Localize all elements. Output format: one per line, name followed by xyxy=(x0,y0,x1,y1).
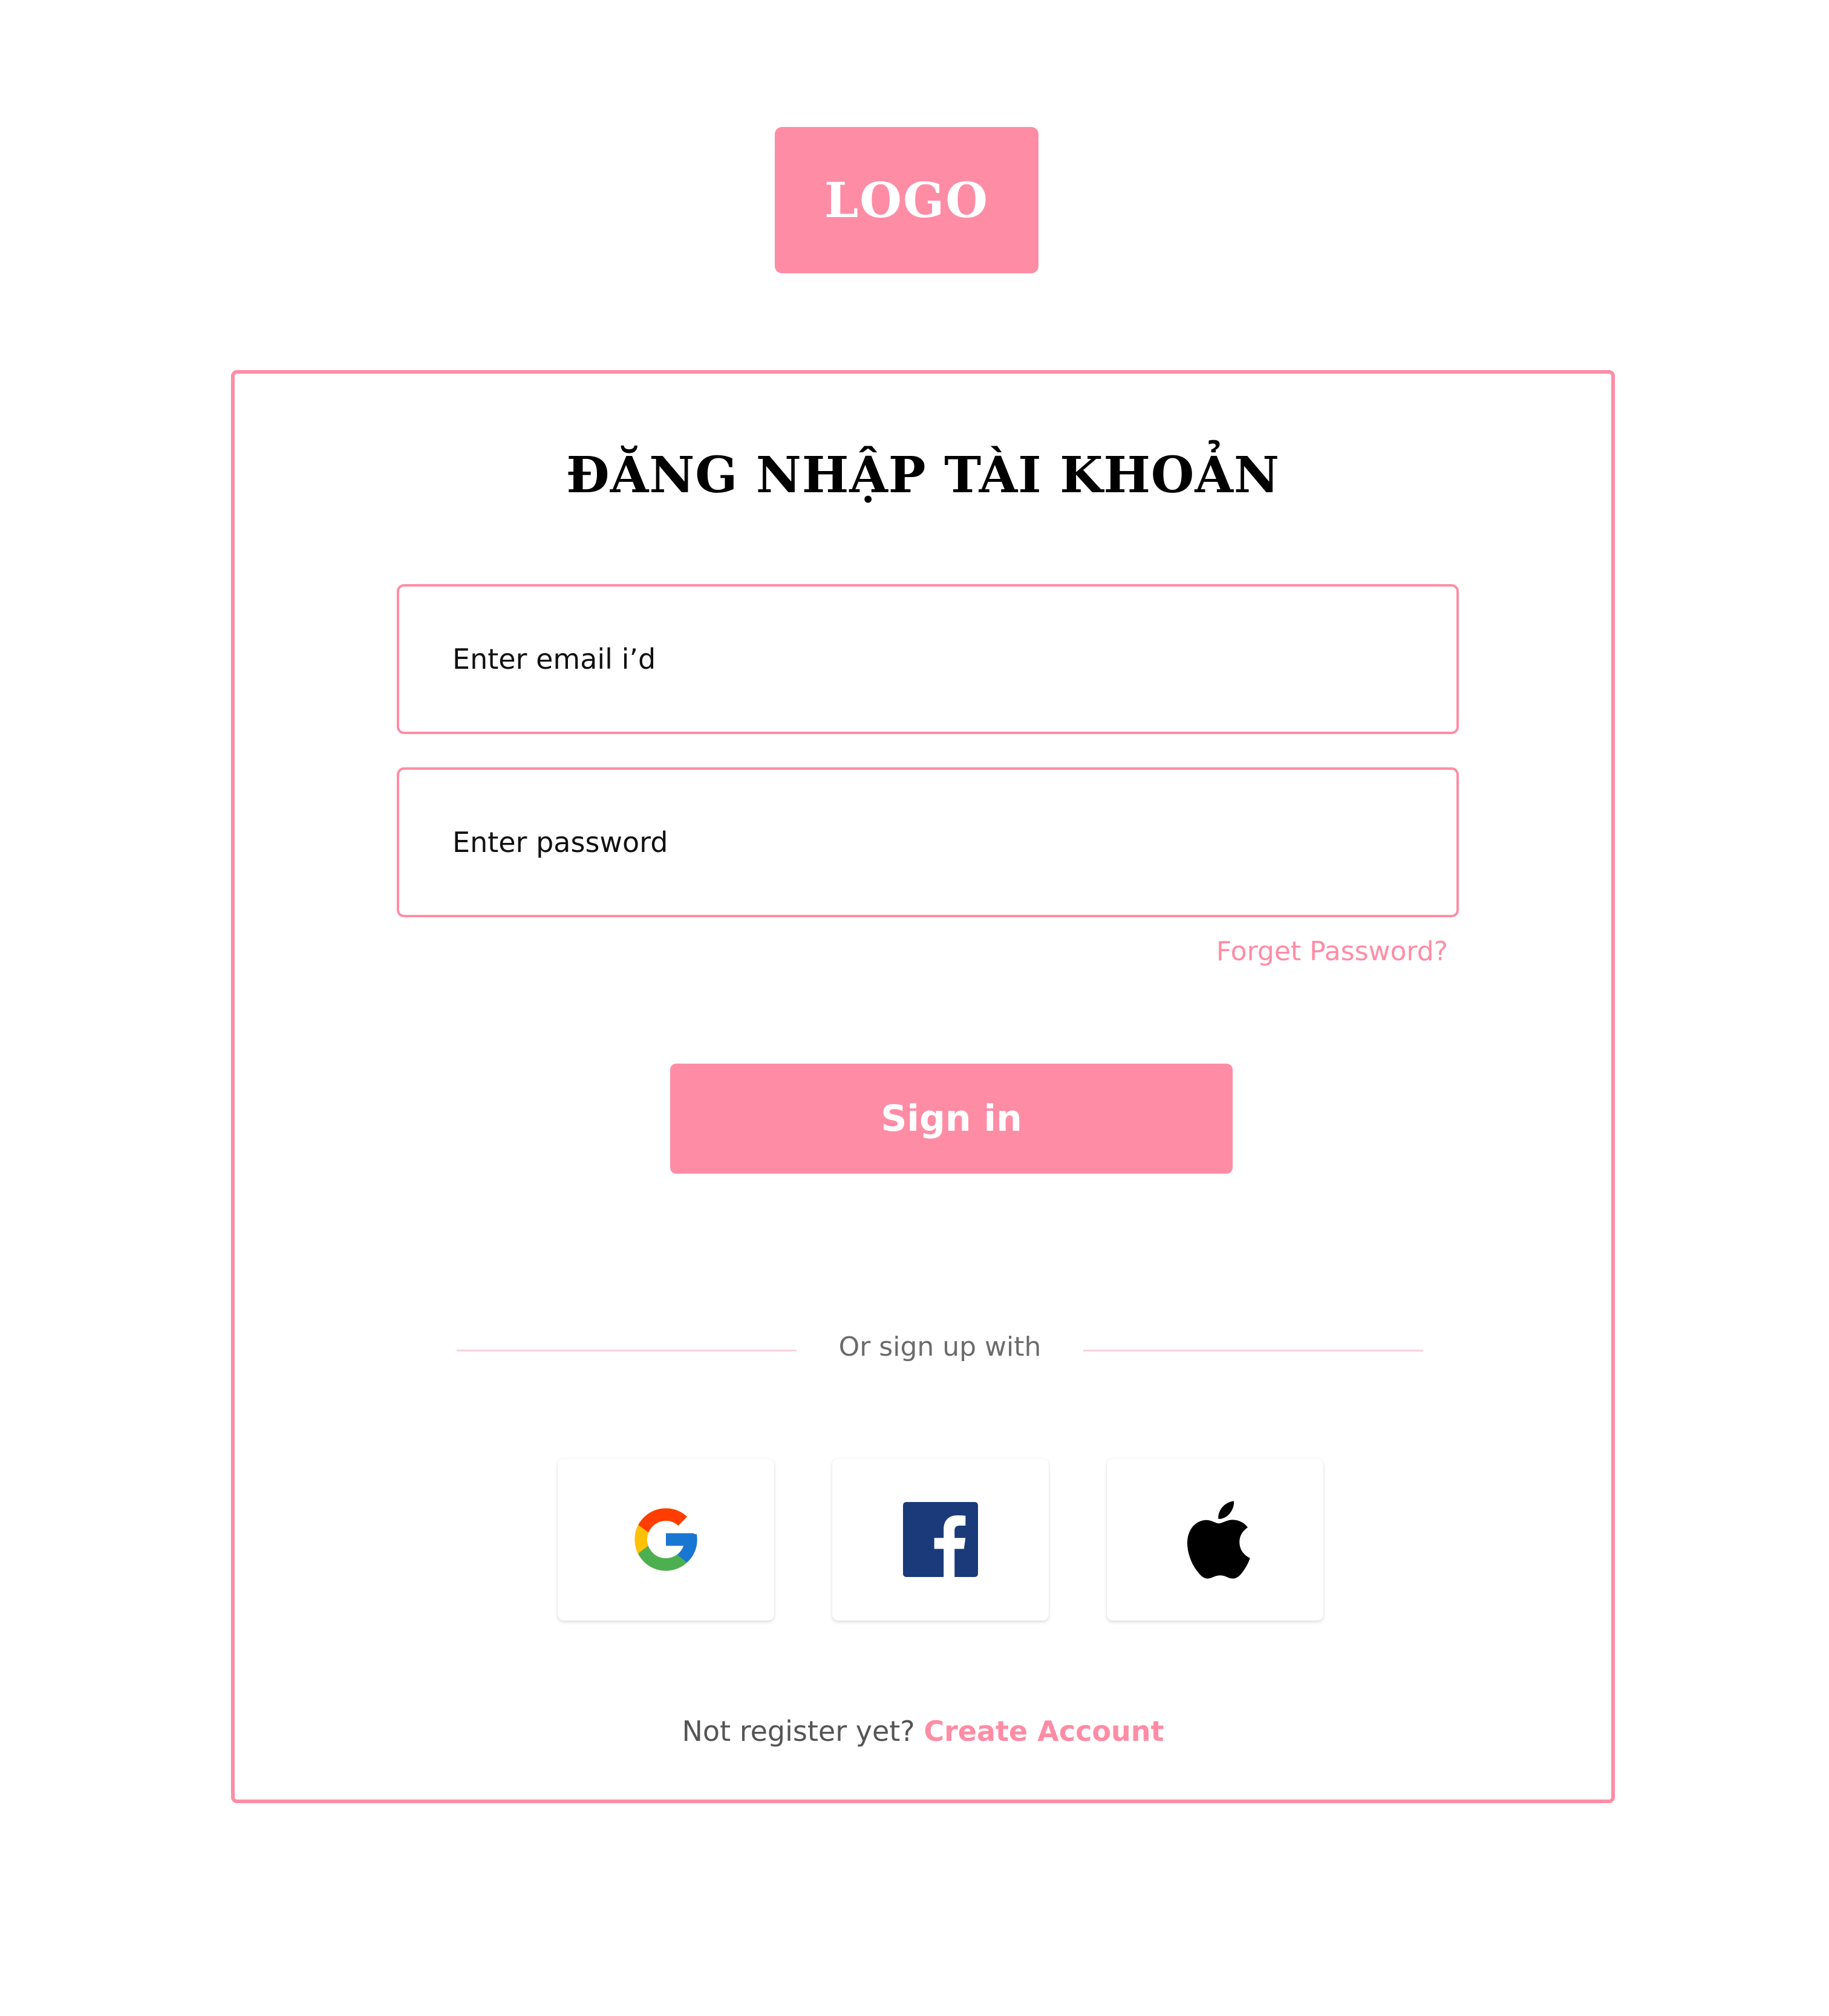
page-title: ĐĂNG NHẬP TÀI KHOẢN xyxy=(566,446,1280,504)
email-placeholder: Enter email i’d xyxy=(452,643,656,675)
divider-right xyxy=(1083,1350,1423,1351)
login-card: ĐĂNG NHẬP TÀI KHOẢN Enter email i’d Ente… xyxy=(231,370,1615,1803)
apple-icon xyxy=(1187,1501,1250,1579)
apple-signin-button[interactable] xyxy=(1107,1458,1323,1621)
sign-in-button[interactable]: Sign in xyxy=(670,1064,1233,1174)
facebook-signin-button[interactable] xyxy=(832,1458,1049,1621)
google-signin-button[interactable] xyxy=(558,1458,774,1621)
forget-password-link[interactable]: Forget Password? xyxy=(1216,936,1448,967)
logo: LOGO xyxy=(775,127,1038,273)
footer-prompt-text: Not register yet? xyxy=(682,1715,915,1748)
register-prompt: Not register yet? Create Account xyxy=(235,1715,1611,1748)
create-account-link[interactable]: Create Account xyxy=(924,1715,1164,1748)
google-icon xyxy=(634,1508,697,1571)
password-field[interactable]: Enter password xyxy=(397,767,1459,917)
email-field[interactable]: Enter email i’d xyxy=(397,584,1459,734)
divider-text: Or sign up with xyxy=(838,1332,1042,1362)
password-placeholder: Enter password xyxy=(452,826,668,859)
facebook-icon xyxy=(903,1502,978,1577)
divider-left xyxy=(457,1350,797,1351)
